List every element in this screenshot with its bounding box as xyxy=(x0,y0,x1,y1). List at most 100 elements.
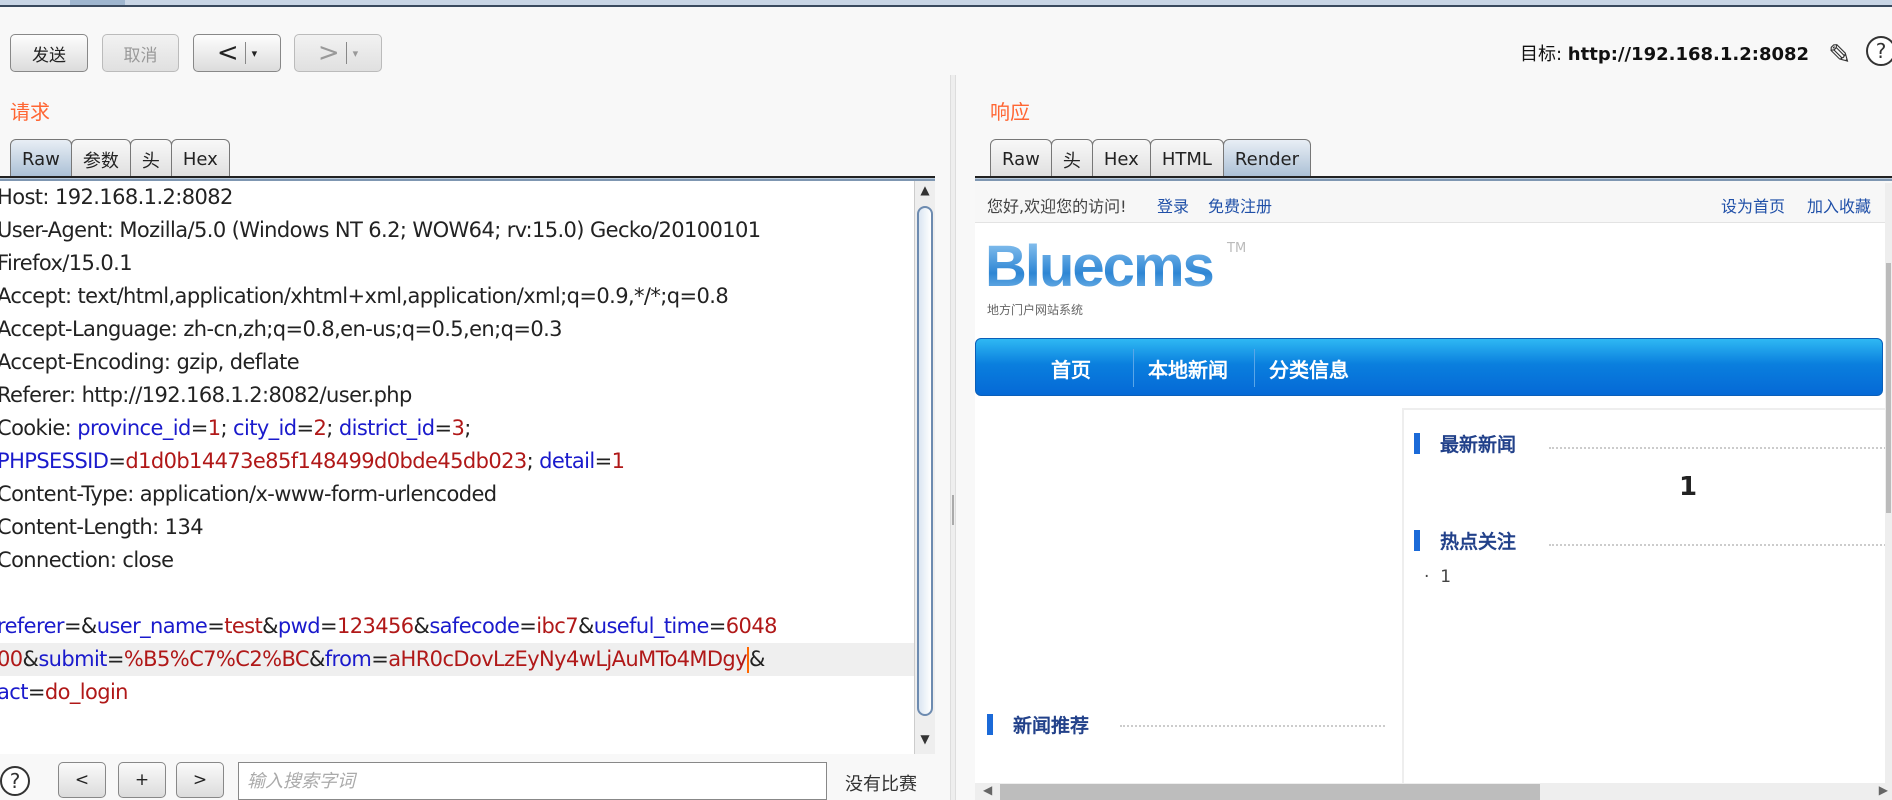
tab-hex[interactable]: Hex xyxy=(170,139,230,179)
request-line: Accept: text/html,application/xhtml+xml,… xyxy=(0,280,914,313)
request-line: 00&submit=%B5%C7%C2%BC&from=aHR0cDovLzEy… xyxy=(0,643,914,676)
request-line: Referer: http://192.168.1.2:8082/user.ph… xyxy=(0,379,914,412)
response-label: 响应 xyxy=(990,100,1030,124)
tab-html[interactable]: HTML xyxy=(1149,139,1224,179)
request-text: Accept: text/html,application/xhtml+xml,… xyxy=(0,284,729,308)
tab-raw[interactable]: Raw xyxy=(10,139,72,179)
site-nav: 首页 本地新闻 分类信息 xyxy=(975,338,1883,396)
param-value: 1 xyxy=(207,416,221,440)
request-text: & xyxy=(308,647,325,671)
request-text: Accept-Encoding: gzip, deflate xyxy=(0,350,300,374)
tab-raw[interactable]: Raw xyxy=(990,139,1052,179)
latest-news-item[interactable]: 1 xyxy=(1679,472,1697,502)
param-name: safecode xyxy=(429,614,520,638)
request-text: & xyxy=(577,614,594,638)
request-text: & xyxy=(748,647,765,671)
tab-1[interactable]: 参数 xyxy=(70,139,131,179)
nav-local-news[interactable]: 本地新闻 xyxy=(1148,354,1228,383)
param-value: ibc7 xyxy=(536,614,578,638)
request-text: Cookie: xyxy=(0,416,78,440)
param-value: 123456 xyxy=(336,614,414,638)
param-value: %B5%C7%C2%BC xyxy=(123,647,310,671)
request-text: Host: 192.168.1.2:8082 xyxy=(0,185,233,209)
register-link[interactable]: 免费注册 xyxy=(1208,193,1272,217)
dropdown-icon[interactable]: ▾ xyxy=(252,47,258,60)
param-name: detail xyxy=(539,449,595,473)
request-text: = xyxy=(708,614,727,638)
request-text: = xyxy=(207,614,225,638)
param-name: act xyxy=(0,680,28,704)
forward-button[interactable]: > ▾ xyxy=(294,34,382,72)
request-text: = xyxy=(519,614,537,638)
tab-underline xyxy=(975,176,1892,181)
pencil-icon[interactable]: ✎ xyxy=(1828,38,1851,71)
scroll-up-icon[interactable]: ▲ xyxy=(915,183,935,203)
bluecms-logo[interactable]: Bluecms xyxy=(985,233,1215,300)
search-input[interactable] xyxy=(238,762,827,800)
nav-classifieds[interactable]: 分类信息 xyxy=(1269,354,1349,383)
request-text: Content-Type: application/x-www-form-url… xyxy=(0,482,497,506)
request-line: Content-Length: 134 xyxy=(0,511,914,544)
request-line: referer=&user_name=test&pwd=123456&safec… xyxy=(0,610,914,643)
tab-hex[interactable]: Hex xyxy=(1091,139,1151,179)
param-value: 3 xyxy=(451,416,465,440)
help-icon[interactable]: ? xyxy=(0,766,30,796)
search-add-button[interactable]: + xyxy=(118,762,166,798)
param-name: PHPSESSID xyxy=(0,449,109,473)
request-line: Accept-Language: zh-cn,zh;q=0.8,en-us;q=… xyxy=(0,313,914,346)
back-button[interactable]: < ▾ xyxy=(193,34,281,72)
param-name: province_id xyxy=(77,416,191,440)
request-text: = xyxy=(319,614,338,638)
request-text: & xyxy=(22,647,39,671)
tab-1[interactable]: 头 xyxy=(1050,139,1093,179)
request-line: Firefox/15.0.1 xyxy=(0,247,914,280)
request-line: Accept-Encoding: gzip, deflate xyxy=(0,346,914,379)
bookmark-link[interactable]: 加入收藏 xyxy=(1807,193,1871,217)
news-recommend-title: 新闻推荐 xyxy=(987,711,1089,738)
param-value: aHR0cDovLzEyNy4wLjAuMTo4MDgy xyxy=(388,647,747,671)
request-editor[interactable]: Host: 192.168.1.2:8082 User-Agent: Mozill… xyxy=(0,181,914,754)
latest-news-title: 最新新闻 xyxy=(1414,430,1516,457)
dropdown-icon[interactable]: ▾ xyxy=(353,47,359,60)
target-display: 目标: http://192.168.1.2:8082 xyxy=(1520,40,1809,66)
cancel-button[interactable]: 取消 xyxy=(102,34,179,72)
request-text: ; xyxy=(326,416,339,440)
param-value: 6048 xyxy=(725,614,778,638)
chevron-left-icon: < xyxy=(216,38,239,68)
request-line: Content-Type: application/x-www-form-url… xyxy=(0,478,914,511)
param-value: 1 xyxy=(611,449,625,473)
search-prev-button[interactable]: < xyxy=(58,762,106,798)
target-url: http://192.168.1.2:8082 xyxy=(1567,44,1810,65)
request-scrollbar[interactable]: ▲ ▼ xyxy=(914,181,935,754)
hot-topics-title: 热点关注 xyxy=(1414,527,1516,554)
tab-2[interactable]: 头 xyxy=(129,139,172,179)
site-topbar: 您好,欢迎您的访问! 登录 免费注册 设为首页 加入收藏 xyxy=(975,183,1885,223)
param-value: do_login xyxy=(44,680,129,704)
pane-splitter[interactable] xyxy=(950,75,956,800)
param-name: city_id xyxy=(233,416,297,440)
scroll-left-icon[interactable]: ◀ xyxy=(983,783,992,797)
scroll-right-icon[interactable]: ▶ xyxy=(1879,783,1888,797)
render-horizontal-scrollbar[interactable]: ◀ ▶ xyxy=(975,783,1892,800)
scroll-thumb[interactable] xyxy=(917,206,933,716)
param-name: submit xyxy=(38,647,107,671)
request-text: = xyxy=(371,647,389,671)
chevron-right-icon: > xyxy=(317,38,340,68)
search-next-button[interactable]: > xyxy=(176,762,224,798)
search-status: 没有比赛 xyxy=(845,774,917,795)
target-label: 目标: xyxy=(1520,44,1568,65)
request-line: act=do_login xyxy=(0,676,914,709)
request-text: ; xyxy=(526,449,540,473)
help-icon[interactable]: ? xyxy=(1866,36,1892,66)
tab-render[interactable]: Render xyxy=(1222,139,1312,179)
request-text: Firefox/15.0.1 xyxy=(0,251,133,275)
nav-home[interactable]: 首页 xyxy=(1051,354,1091,383)
render-vertical-scrollbar[interactable] xyxy=(1885,183,1892,783)
scroll-down-icon[interactable]: ▼ xyxy=(915,732,935,752)
set-home-link[interactable]: 设为首页 xyxy=(1721,193,1785,217)
hot-topic-item[interactable]: · 1 xyxy=(1424,567,1451,587)
login-link[interactable]: 登录 xyxy=(1157,193,1189,217)
request-text: = xyxy=(27,680,46,704)
send-button[interactable]: 发送 xyxy=(10,34,88,72)
scroll-thumb[interactable] xyxy=(1000,784,1540,800)
